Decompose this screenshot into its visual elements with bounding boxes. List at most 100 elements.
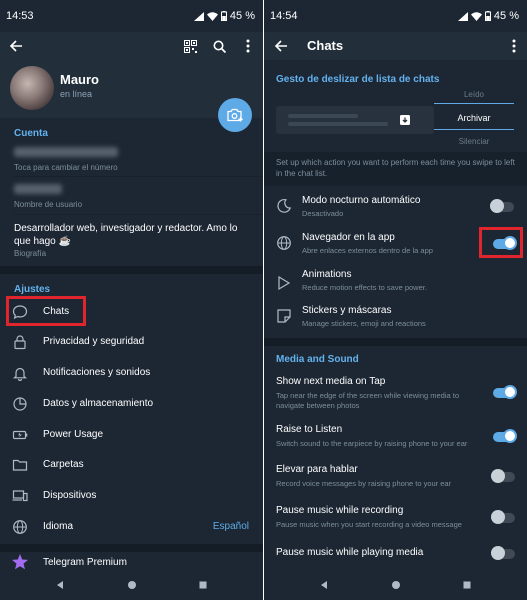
row-subtitle: Desactivado — [302, 209, 344, 218]
settings-item-devices[interactable]: Dispositivos — [0, 481, 263, 511]
status-bar: 14:54 45 % — [264, 0, 527, 32]
toggle-auto-night-mode[interactable] — [490, 199, 514, 213]
username-hidden[interactable] — [14, 184, 62, 194]
section-title-account: Cuenta — [14, 128, 48, 139]
settings-item-folders[interactable]: Carpetas — [0, 450, 263, 480]
settings-item-label: Datos y almacenamiento — [43, 398, 154, 409]
more-vertical-icon[interactable] — [236, 34, 260, 58]
row-title: Navegador en la app — [302, 232, 395, 243]
settings-item-language[interactable]: Idioma Español — [0, 512, 263, 542]
system-nav-bar — [264, 570, 527, 600]
swipe-gesture-section: Gesto de deslizar de lista de chats Leíd… — [264, 66, 527, 152]
bio-text[interactable]: Desarrollador web, investigador y redact… — [14, 222, 254, 248]
settings-item-label: Privacidad y seguridad — [43, 336, 145, 347]
battery-percent: 45 % — [229, 10, 255, 22]
row-animations[interactable]: Animations Reduce motion effects to save… — [264, 264, 527, 300]
battery-icon — [12, 430, 28, 440]
toggle-pause-music-media[interactable] — [491, 546, 515, 560]
settings-item-label: Notificaciones y sonidos — [43, 367, 151, 378]
devices-icon — [12, 490, 28, 502]
settings-item-label: Power Usage — [43, 429, 104, 440]
row-raise-to-speak[interactable]: Elevar para hablar Record voice messages… — [264, 458, 527, 496]
profile-name: Mauro — [60, 72, 99, 87]
row-next-media-on-tap[interactable]: Show next media on Tap Tap near the edge… — [264, 370, 527, 416]
settings-item-label: Carpetas — [43, 459, 84, 470]
row-pause-music-media[interactable]: Pause music while playing media — [264, 540, 527, 568]
row-subtitle: Abre enlaces externos dentro de la app — [302, 246, 433, 255]
moon-icon — [277, 198, 292, 213]
nav-home-icon[interactable] — [120, 573, 144, 597]
row-title: Elevar para hablar — [276, 464, 358, 475]
nav-home-icon[interactable] — [384, 573, 408, 597]
row-subtitle: Record voice messages by raising phone t… — [276, 479, 452, 488]
settings-item-privacy[interactable]: Privacidad y seguridad — [0, 327, 263, 357]
nav-recents-icon[interactable] — [455, 573, 479, 597]
section-title-settings: Ajustes — [14, 284, 51, 295]
row-title: Pause music while playing media — [276, 547, 424, 558]
row-subtitle: Manage stickers, emoji and reactions — [302, 319, 426, 328]
phone-number-hidden[interactable] — [14, 147, 118, 157]
swipe-option-read[interactable]: Leído — [434, 90, 514, 99]
settings-item-label: Idioma — [43, 521, 74, 532]
premium-label: Telegram Premium — [43, 557, 127, 568]
globe-icon — [13, 520, 27, 534]
highlight-box-chats — [6, 296, 86, 326]
row-pause-music-recording[interactable]: Pause music while recording Pause music … — [264, 498, 527, 538]
animation-icon — [278, 275, 291, 291]
star-icon — [12, 554, 28, 570]
back-arrow-icon[interactable] — [4, 34, 28, 58]
row-title: Raise to Listen — [276, 424, 343, 435]
settings-section: Ajustes Chats Privacidad y seguridad Not… — [0, 274, 263, 544]
settings-item-power-usage[interactable]: Power Usage — [0, 420, 263, 450]
row-subtitle: Tap near the edge of the screen while vi… — [276, 391, 460, 410]
toggle-raise-to-speak[interactable] — [491, 469, 515, 483]
settings-item-notifications[interactable]: Notificaciones y sonidos — [0, 358, 263, 388]
qr-code-icon[interactable] — [178, 34, 202, 58]
sticker-icon — [277, 309, 291, 323]
settings-item-data[interactable]: Datos y almacenamiento — [0, 389, 263, 419]
folder-icon — [12, 459, 28, 471]
toggle-raise-to-listen[interactable] — [493, 429, 517, 443]
toggle-pause-music-recording[interactable] — [491, 510, 515, 524]
right-screen: 14:54 45 % Chats Gesto de deslizar de li… — [264, 0, 527, 600]
page-title: Chats — [307, 38, 344, 53]
set-photo-button[interactable] — [218, 98, 252, 132]
settings-item-premium[interactable]: Telegram Premium — [0, 552, 263, 572]
nav-recents-icon[interactable] — [191, 573, 215, 597]
swipe-hint: Set up which action you want to perform … — [276, 158, 515, 178]
nav-back-icon[interactable] — [312, 573, 336, 597]
row-auto-night-mode[interactable]: Modo nocturno automático Desactivado — [264, 186, 527, 222]
row-raise-to-listen[interactable]: Raise to Listen Switch sound to the earp… — [264, 418, 527, 456]
bell-icon — [12, 367, 28, 381]
battery-status-icon — [220, 11, 227, 21]
highlight-box-in-app-browser — [479, 227, 523, 258]
row-stickers[interactable]: Stickers y máscaras Manage stickers, emo… — [264, 300, 527, 338]
status-bar: 14:53 45 % — [0, 0, 263, 32]
left-screen: 14:53 45 % Mauro en línea Cuenta Toca pa… — [0, 0, 263, 600]
battery-status-icon — [484, 11, 491, 21]
language-value: Español — [212, 521, 249, 532]
row-subtitle: Reduce motion effects to save power. — [302, 283, 427, 292]
row-subtitle: Switch sound to the earpiece by raising … — [276, 439, 468, 448]
nav-back-icon[interactable] — [48, 573, 72, 597]
status-time: 14:54 — [270, 10, 298, 22]
back-arrow-icon[interactable] — [269, 34, 293, 58]
section-title-media-sound: Media and Sound — [276, 354, 359, 365]
username-hint: Nombre de usuario — [14, 200, 83, 209]
swipe-option-archive[interactable]: Archivar — [434, 113, 514, 123]
signal-icon — [457, 11, 468, 21]
phone-hint: Toca para cambiar el número — [14, 163, 118, 172]
top-bar: Chats — [264, 32, 527, 60]
row-title: Show next media on Tap — [276, 376, 386, 387]
archive-icon — [400, 115, 410, 125]
search-icon[interactable] — [207, 34, 231, 58]
more-vertical-icon[interactable] — [502, 34, 526, 58]
swipe-option-mute[interactable]: Silenciar — [434, 137, 514, 146]
row-title: Animations — [302, 269, 352, 280]
status-time: 14:53 — [6, 10, 34, 22]
toggle-next-media-on-tap[interactable] — [493, 385, 517, 399]
swipe-hint-block: Set up which action you want to perform … — [264, 152, 527, 186]
bio-hint: Biografía — [14, 249, 47, 258]
section-title-swipe: Gesto de deslizar de lista de chats — [276, 74, 440, 85]
avatar[interactable] — [10, 66, 54, 110]
